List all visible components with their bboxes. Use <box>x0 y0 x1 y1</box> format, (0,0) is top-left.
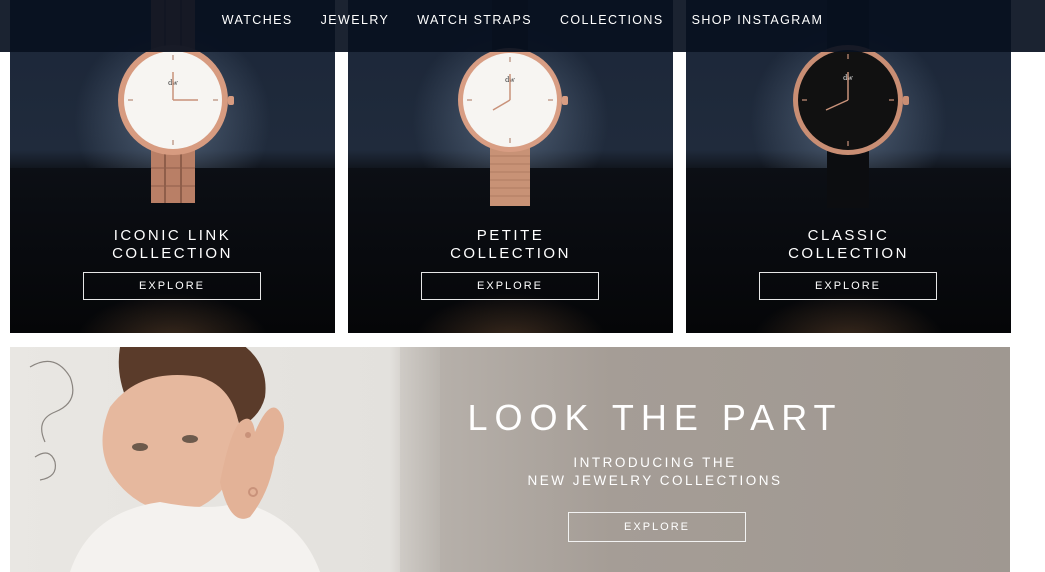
banner-subtitle-line2: NEW JEWELRY COLLECTIONS <box>527 473 783 488</box>
banner-subtitle-line1: INTRODUCING THE <box>573 455 737 470</box>
nav-item-watches[interactable]: WATCHES <box>222 13 293 27</box>
nav-item-shop-instagram[interactable]: SHOP INSTAGRAM <box>692 13 824 27</box>
jewelry-banner[interactable]: LOOK THE PART INTRODUCING THE NEW JEWELR… <box>10 347 1010 572</box>
explore-button[interactable]: EXPLORE <box>421 272 599 300</box>
collection-title: CLASSIC COLLECTION <box>686 227 1011 263</box>
collection-title-line2: COLLECTION <box>788 245 909 262</box>
nav-items: WATCHES JEWELRY WATCH STRAPS COLLECTIONS… <box>222 13 824 27</box>
collection-title-line2: COLLECTION <box>450 245 571 262</box>
banner-headline: LOOK THE PART <box>467 397 843 438</box>
collection-title-line1: ICONIC LINK <box>113 227 232 244</box>
explore-button[interactable]: EXPLORE <box>83 272 261 300</box>
collection-title-line1: CLASSIC <box>807 227 890 244</box>
top-nav: WATCHES JEWELRY WATCH STRAPS COLLECTIONS… <box>0 0 1045 52</box>
collection-title: ICONIC LINK COLLECTION <box>10 227 335 263</box>
collection-title-line1: PETITE <box>476 227 545 244</box>
model-image <box>29 347 320 572</box>
banner-explore-button[interactable]: EXPLORE <box>568 512 746 542</box>
nav-item-jewelry[interactable]: JEWELRY <box>321 13 390 27</box>
nav-item-collections[interactable]: COLLECTIONS <box>560 13 664 27</box>
nav-item-watch-straps[interactable]: WATCH STRAPS <box>417 13 532 27</box>
explore-button[interactable]: EXPLORE <box>759 272 937 300</box>
collection-title: PETITE COLLECTION <box>348 227 673 263</box>
collection-title-line2: COLLECTION <box>112 245 233 262</box>
banner-subtitle: INTRODUCING THE NEW JEWELRY COLLECTIONS <box>490 454 820 490</box>
